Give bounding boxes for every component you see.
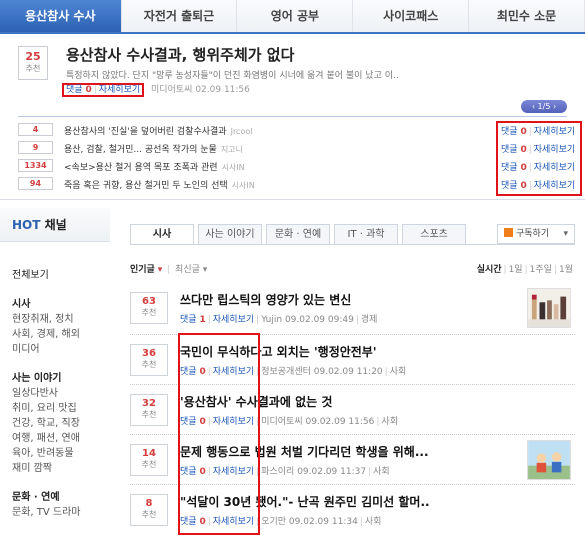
detail-link[interactable]: 자세히보기 xyxy=(534,127,575,137)
recommend-count-box[interactable]: 8 추천 xyxy=(130,494,168,526)
sidebar-item[interactable]: 문화, TV 드라마 xyxy=(0,505,110,520)
sidebar-item[interactable]: 재미 깜짝 xyxy=(0,461,110,476)
recommend-count-box[interactable]: 14 추천 xyxy=(130,444,168,476)
recommend-count: 1334 xyxy=(18,159,53,172)
period-filter: 실시간 | 1일 | 1주일 | 1월 xyxy=(476,265,573,275)
comment-link[interactable]: 댓글 0 xyxy=(66,85,92,95)
sidebar-heading-culture[interactable]: 문화 · 연예 xyxy=(0,490,110,505)
tab-current-affairs[interactable]: 시사 xyxy=(130,224,194,245)
recommend-count-box[interactable]: 36 추천 xyxy=(130,344,168,376)
row-actions: 댓글 0 | 자세히보기 xyxy=(501,181,576,191)
row-actions: 댓글 0 | 자세히보기 xyxy=(501,127,576,137)
tab-psychopath[interactable]: 사이코패스 xyxy=(353,0,470,32)
recommend-count: 4 xyxy=(18,123,53,136)
chevron-down-icon: ▾ xyxy=(157,265,163,275)
sort-new[interactable]: 최신글 xyxy=(175,265,200,275)
topic-panel: 용산참사 수사 자전거 출퇴근 영어 공부 사이코패스 최민수 소문 25 추천… xyxy=(0,0,585,200)
list-item: 9 용산, 검찰, 철거민... 공선옥 작가의 눈물 지고니 xyxy=(18,139,568,157)
period-realtime[interactable]: 실시간 xyxy=(477,265,502,275)
sidebar-item[interactable]: 건강, 학교, 직장 xyxy=(0,416,110,431)
article-thumbnail[interactable] xyxy=(527,440,571,480)
highlight-box xyxy=(178,333,260,535)
recommend-count: 9 xyxy=(18,141,53,154)
category-tabs: 시사 사는 이야기 문화 · 연예 IT · 과학 스포츠 xyxy=(130,224,470,245)
sidebar-heading-life[interactable]: 사는 이야기 xyxy=(0,371,110,386)
tab-english[interactable]: 영어 공부 xyxy=(237,0,354,32)
row-actions: 댓글 0 | 자세히보기 xyxy=(501,163,576,173)
comment-link[interactable]: 댓글 0 xyxy=(501,163,527,173)
channel-sidebar: HOT 채널 전체보기 시사 현장취재, 정치 사회, 경제, 해외 미디어 사… xyxy=(0,208,110,535)
page-nav[interactable]: ‹ 1/5 › xyxy=(521,100,567,113)
tab-sports[interactable]: 스포츠 xyxy=(402,224,466,244)
sidebar-item[interactable]: 육아, 반려동물 xyxy=(0,446,110,461)
tab-bike[interactable]: 자전거 출퇴근 xyxy=(121,0,238,32)
topic-tabs: 용산참사 수사 자전거 출퇴근 영어 공부 사이코패스 최민수 소문 xyxy=(0,0,585,34)
recommend-count-box[interactable]: 32 추천 xyxy=(130,394,168,426)
list-item-title[interactable]: 죽음 혹은 귀향, 용산 철거민 두 노인의 선택 시사IN xyxy=(64,178,255,191)
featured-meta: 댓글 0 | 자세히보기 미디어토씨 02.09 11:56 xyxy=(62,82,250,97)
detail-link[interactable]: 자세히보기 xyxy=(534,181,575,191)
sidebar-item[interactable]: 여행, 패션, 연애 xyxy=(0,431,110,446)
tab-life[interactable]: 사는 이야기 xyxy=(198,224,262,244)
chevron-down-icon: ▾ xyxy=(202,265,208,275)
highlight-box: 댓글 0 | 자세히보기 댓글 0 | 자세히보기 댓글 0 | 자세히보기 댓글 0 | 자세… xyxy=(496,121,582,196)
sort-popular[interactable]: 인기글 xyxy=(130,265,155,275)
comment-link[interactable]: 댓글 0 xyxy=(501,127,527,137)
divider xyxy=(130,244,575,245)
topic-list: 4 용산참사의 '진실'을 덮어버린 검찰수사결과 Jrcool 9 용산, 검찰… xyxy=(18,121,582,196)
list-item-title[interactable]: 용산참사의 '진실'을 덮어버린 검찰수사결과 Jrcool xyxy=(64,124,252,137)
comment-link[interactable]: 댓글 0 xyxy=(501,145,527,155)
sidebar-item[interactable]: 취미, 요리 맛집 xyxy=(0,401,110,416)
highlight-box: 댓글 0 | 자세히보기 xyxy=(62,83,145,97)
rss-icon xyxy=(504,228,513,237)
featured-article: 25 추천 용산참사 수사결과, 행위주체가 없다 특정하지 않았다. 단지 "… xyxy=(18,44,568,97)
recommend-count: 25 xyxy=(25,50,41,63)
sidebar-item[interactable]: 일상다반사 xyxy=(0,386,110,401)
detail-link[interactable]: 자세히보기 xyxy=(99,85,140,95)
featured-source: 미디어토씨 02.09 11:56 xyxy=(151,85,250,95)
recommend-label: 추천 xyxy=(25,64,41,73)
divider xyxy=(18,116,567,117)
featured-title[interactable]: 용산참사 수사결과, 행위주체가 없다 xyxy=(66,44,294,65)
tab-yongsan[interactable]: 용산참사 수사 xyxy=(0,0,122,32)
list-item: 94 죽음 혹은 귀향, 용산 철거민 두 노인의 선택 시사IN xyxy=(18,175,568,193)
period-1w[interactable]: 1주일 xyxy=(530,265,552,275)
comment-link[interactable]: 댓글 1 xyxy=(180,315,206,325)
featured-summary: 특정하지 않았다. 단지 "망루 농성자들"이 던진 화염병이 시너에 옮겨 붙… xyxy=(66,71,399,81)
sidebar-item[interactable]: 사회, 경제, 해외 xyxy=(0,327,110,342)
detail-link[interactable]: 자세히보기 xyxy=(534,163,575,173)
recommend-count: 94 xyxy=(18,177,53,190)
tab-culture[interactable]: 문화 · 연예 xyxy=(266,224,330,244)
list-item: 1334 <속보>용산 철거 용역 목포 조폭과 관련 시사IN xyxy=(18,157,568,175)
sidebar-title: HOT 채널 xyxy=(0,208,110,242)
list-item: 63 추천 쓰다만 립스틱의 영양가 있는 변신 댓글 1 | 자세히보기 | Yujin… xyxy=(130,288,575,334)
detail-link[interactable]: 자세히보기 xyxy=(534,145,575,155)
subscribe-button[interactable]: 구독하기 ▾ xyxy=(497,224,575,244)
recommend-count-box[interactable]: 63 추천 xyxy=(130,292,168,324)
chevron-down-icon: ▾ xyxy=(563,229,568,239)
comment-link[interactable]: 댓글 0 xyxy=(501,181,527,191)
hot-channel-panel: HOT 채널 전체보기 시사 현장취재, 정치 사회, 경제, 해외 미디어 사… xyxy=(0,208,585,535)
period-1m[interactable]: 1월 xyxy=(559,265,573,275)
list-item-title[interactable]: <속보>용산 철거 용역 목포 조폭과 관련 시사IN xyxy=(64,160,245,173)
tab-it[interactable]: IT · 과학 xyxy=(334,224,398,244)
list-item-title[interactable]: 용산, 검찰, 철거민... 공선옥 작가의 눈물 지고니 xyxy=(64,142,243,155)
article-title[interactable]: 쓰다만 립스틱의 영양가 있는 변신 xyxy=(180,291,351,308)
article-thumbnail[interactable] xyxy=(527,288,571,328)
period-1d[interactable]: 1일 xyxy=(509,265,523,275)
row-actions: 댓글 0 | 자세히보기 xyxy=(501,145,576,155)
sidebar-item[interactable]: 현장취재, 정치 xyxy=(0,312,110,327)
recommend-count-box[interactable]: 25 추천 xyxy=(18,46,48,80)
sort-bar: 인기글 ▾ | 최신글 ▾ xyxy=(130,265,208,275)
detail-link[interactable]: 자세히보기 xyxy=(213,315,254,325)
list-item: 4 용산참사의 '진실'을 덮어버린 검찰수사결과 Jrcool xyxy=(18,121,568,139)
sidebar-item[interactable]: 미디어 xyxy=(0,342,110,357)
sidebar-item-all[interactable]: 전체보기 xyxy=(0,268,110,283)
sidebar-heading-current[interactable]: 시사 xyxy=(0,297,110,312)
article-meta: 댓글 1 | 자세히보기 | Yujin 09.02.09 09:49 | 경제 xyxy=(180,315,378,325)
tab-rumor[interactable]: 최민수 소문 xyxy=(469,0,585,32)
